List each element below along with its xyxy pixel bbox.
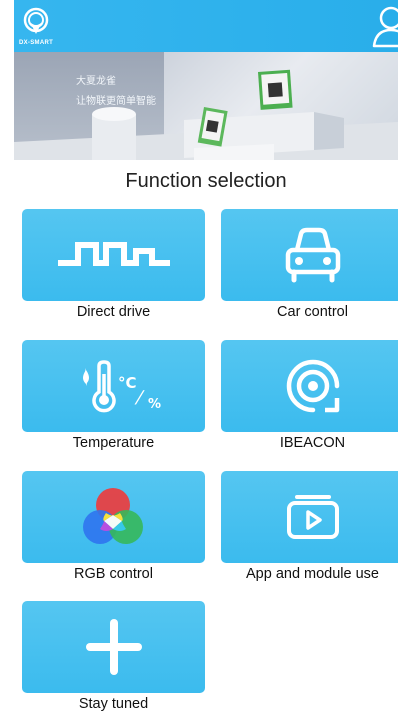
rgb-circles-icon xyxy=(83,488,143,544)
card-stay-tuned[interactable]: Stay tuned xyxy=(22,601,205,717)
banner-slogan-text: 让物联更简单智能 xyxy=(76,96,156,107)
app-screen: DX-SMART 大夏龙雀 让物联更简单智能 Function selectio… xyxy=(14,0,398,714)
card-app-module-use[interactable]: App and module use xyxy=(221,471,398,587)
rgb-control-label: RGB control xyxy=(74,566,153,582)
stay-tuned-label: Stay tuned xyxy=(78,696,149,712)
beacon-icon xyxy=(286,359,340,413)
banner-brand-text: 大夏龙雀 xyxy=(76,76,116,87)
user-profile-icon[interactable] xyxy=(372,4,398,48)
banner-illustration xyxy=(14,69,398,160)
temperature-tile[interactable]: °C ⁄ % xyxy=(22,340,205,432)
ibeacon-label: IBEACON xyxy=(279,435,346,451)
stay-tuned-tile[interactable] xyxy=(22,601,205,693)
card-direct-drive[interactable]: Direct drive xyxy=(22,209,205,325)
rgb-control-tile[interactable] xyxy=(22,471,205,563)
app-module-use-tile[interactable] xyxy=(221,471,398,563)
direct-drive-label: Direct drive xyxy=(76,304,151,320)
card-car-control[interactable]: Car control xyxy=(221,209,398,325)
video-play-icon xyxy=(287,495,339,539)
temperature-label: Temperature xyxy=(72,435,155,451)
promo-banner[interactable]: 大夏龙雀 让物联更简单智能 xyxy=(14,52,398,160)
logo-text: DX-SMART xyxy=(19,40,54,46)
car-icon xyxy=(285,227,341,283)
page-title: Function selection xyxy=(125,170,287,192)
plus-icon xyxy=(86,619,142,675)
top-bar: DX-SMART xyxy=(14,0,398,52)
square-wave-icon xyxy=(58,242,170,266)
ibeacon-tile[interactable] xyxy=(221,340,398,432)
car-control-tile[interactable] xyxy=(221,209,398,301)
app-module-use-label: App and module use xyxy=(245,566,379,582)
card-ibeacon[interactable]: IBEACON xyxy=(221,340,398,456)
direct-drive-tile[interactable] xyxy=(22,209,205,301)
svg-text:%: % xyxy=(148,397,161,412)
car-control-label: Car control xyxy=(277,304,348,320)
card-rgb-control[interactable]: RGB control xyxy=(22,471,205,587)
svg-text:°C: °C xyxy=(118,374,137,392)
card-temperature[interactable]: °C ⁄ % Temperature xyxy=(22,340,205,456)
thermometer-icon: °C ⁄ % xyxy=(83,360,161,413)
